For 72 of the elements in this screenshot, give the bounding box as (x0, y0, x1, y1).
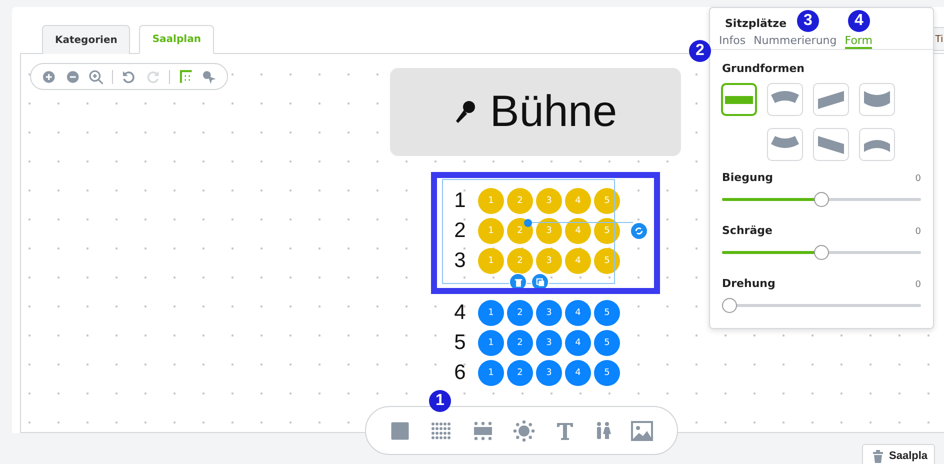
seat[interactable]: 2 (507, 300, 533, 326)
shape-button[interactable] (859, 128, 895, 161)
row-number: 1 (453, 188, 467, 214)
zoom-out-icon[interactable] (64, 68, 80, 84)
undo-icon[interactable] (121, 68, 137, 84)
seat[interactable]: 5 (594, 330, 620, 356)
shape-button[interactable] (813, 83, 849, 116)
saalplan-button[interactable]: Saalpla (862, 444, 935, 464)
round-table-icon[interactable] (513, 420, 536, 442)
seat[interactable]: 1 (478, 300, 504, 326)
zoom-in-icon[interactable] (41, 68, 57, 84)
zoom-fit-icon[interactable] (88, 68, 104, 84)
section-label: Grundformen (722, 62, 806, 75)
stage-label: Bühne (490, 87, 618, 137)
restroom-icon[interactable] (595, 420, 612, 440)
rotate-icon (634, 226, 644, 236)
seat[interactable]: 1 (478, 330, 504, 356)
slider-thumb[interactable] (814, 245, 829, 260)
panel-tab[interactable]: Nummerierung (754, 34, 837, 49)
slider-thumb[interactable] (722, 298, 737, 313)
shape-icon (815, 88, 847, 110)
seat[interactable]: 4 (565, 300, 591, 326)
slider-label: Drehung (722, 277, 776, 290)
seat[interactable]: 3 (536, 360, 562, 386)
handle-dot[interactable] (524, 219, 532, 227)
shape-button[interactable] (859, 83, 895, 116)
seat[interactable]: 3 (536, 330, 562, 356)
shape-button[interactable] (813, 128, 849, 161)
slider-thumb[interactable] (814, 192, 829, 207)
slider-track[interactable] (722, 245, 921, 260)
seat[interactable]: 4 (565, 360, 591, 386)
copy-icon (536, 278, 544, 286)
shape-button[interactable] (767, 83, 803, 116)
pin-icon[interactable] (201, 68, 217, 84)
row-number: 4 (453, 300, 467, 326)
row-number: 2 (453, 218, 467, 244)
shape-button[interactable] (721, 83, 757, 116)
image-icon[interactable] (630, 420, 653, 440)
tab[interactable]: Saalplan (139, 25, 214, 54)
slider-value: 0 (915, 280, 921, 290)
tab[interactable]: Ti (933, 27, 944, 51)
shape-icon (815, 134, 847, 156)
grid-icon[interactable] (178, 68, 194, 84)
seat[interactable]: 4 (565, 330, 591, 356)
text-icon[interactable] (555, 420, 576, 440)
panel-tab[interactable]: Form (844, 34, 872, 49)
row-number: 3 (453, 248, 467, 274)
slider-track[interactable] (722, 298, 921, 313)
trash-icon (872, 450, 884, 462)
seat[interactable]: 5 (594, 360, 620, 386)
panel-tab[interactable]: Infos (719, 34, 746, 49)
shape-button[interactable] (767, 128, 803, 161)
rotate-button[interactable] (630, 222, 648, 240)
slider-track[interactable] (722, 192, 921, 207)
square-icon[interactable] (390, 420, 410, 440)
slider-label: Schräge (722, 224, 772, 237)
seat[interactable]: 2 (507, 330, 533, 356)
slider-label: Biegung (722, 171, 774, 184)
row-number: 5 (453, 330, 467, 356)
table-icon[interactable] (472, 420, 494, 440)
tab[interactable]: Kategorien (42, 25, 130, 54)
row-number: 6 (453, 360, 467, 386)
seat[interactable]: 2 (507, 360, 533, 386)
seat[interactable]: 5 (594, 300, 620, 326)
seat-grid-icon[interactable] (430, 420, 452, 440)
trash-icon (514, 278, 522, 286)
seat[interactable]: 3 (536, 300, 562, 326)
panel-title: Sitzplätze (724, 16, 788, 32)
slider-value: 0 (915, 227, 921, 237)
slider-value: 0 (915, 174, 921, 184)
seat[interactable]: 1 (478, 360, 504, 386)
microphone-icon (454, 100, 476, 124)
